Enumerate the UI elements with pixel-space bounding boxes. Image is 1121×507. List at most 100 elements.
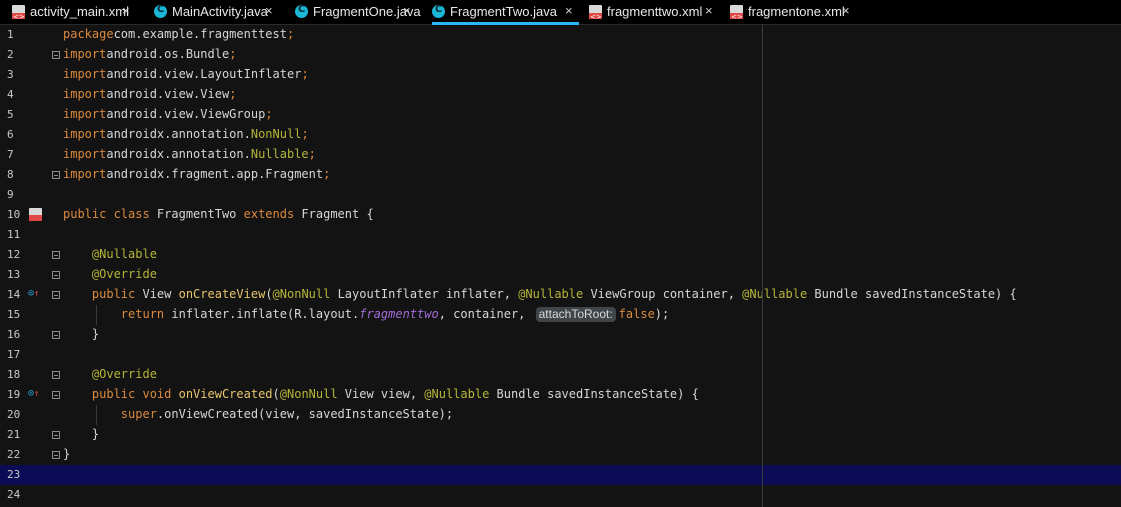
code-text: } (63, 427, 99, 441)
code-token: import (63, 47, 107, 61)
xml-file-icon: <> (589, 5, 602, 21)
code-token: @Nullable (91, 247, 157, 261)
code-line[interactable]: 8 importandroidx.fragment.app.Fragment; (0, 165, 1121, 185)
code-token: @Nullable (424, 387, 497, 401)
fold-marker-icon[interactable] (52, 51, 60, 59)
code-line[interactable]: 20 super.onViewCreated(view, savedInstan… (0, 405, 1121, 425)
override-method-icon[interactable]: ⊙↑ (28, 388, 39, 399)
line-number: 8 (7, 168, 14, 181)
code-token: ; (229, 47, 237, 61)
tab-fragmenttwo-xml[interactable]: <> fragmenttwo.xml × (589, 0, 719, 25)
code-token: ; (286, 27, 295, 41)
code-token: ViewGroup container, (590, 287, 743, 301)
code-token: ); (654, 307, 670, 321)
close-tab-icon[interactable]: × (403, 3, 411, 18)
code-token: false (618, 307, 655, 321)
line-number: 22 (7, 448, 21, 461)
line-number: 12 (7, 248, 21, 261)
override-arrow-icon: ↑ (34, 289, 40, 299)
override-method-icon[interactable]: ⊙↑ (28, 288, 39, 299)
code-text: importandroidx.fragment.app.Fragment; (63, 167, 330, 181)
code-line[interactable]: 5 importandroid.view.ViewGroup; (0, 105, 1121, 125)
line-number: 23 (7, 468, 21, 481)
code-text: public View onCreateView(@NonNull Layout… (63, 287, 1017, 301)
code-line[interactable]: 6 importandroidx.annotation.NonNull; (0, 125, 1121, 145)
code-token: super (120, 407, 157, 421)
code-token: androidx.fragment.app.Fragment (106, 167, 324, 181)
tab-activity-main-xml[interactable]: <> activity_main.xml × (12, 0, 136, 25)
fold-marker-icon[interactable] (52, 371, 60, 379)
code-line[interactable]: 18 @Override (0, 365, 1121, 385)
java-icon-letter: C (157, 4, 165, 15)
close-tab-icon[interactable]: × (705, 3, 713, 18)
tab-fragmentone-xml[interactable]: <> fragmentone.xml × (730, 0, 856, 25)
indent-guide (96, 305, 97, 325)
fold-marker-icon[interactable] (52, 171, 60, 179)
code-line[interactable]: 2 importandroid.os.Bundle; (0, 45, 1121, 65)
line-number: 10 (7, 208, 21, 221)
xml-file-icon: <> (730, 5, 743, 21)
code-line[interactable]: 3 importandroid.view.LayoutInflater; (0, 65, 1121, 85)
code-text: importandroid.view.View; (63, 87, 236, 101)
code-token: import (63, 147, 107, 161)
code-token: import (63, 127, 107, 141)
code-token: @Override (91, 267, 157, 281)
code-line[interactable]: 24 (0, 485, 1121, 505)
fold-marker-icon[interactable] (52, 291, 60, 299)
tab-fragmentone-java[interactable]: C FragmentOne.java × (295, 0, 421, 25)
close-tab-icon[interactable]: × (565, 3, 573, 18)
fold-marker-icon[interactable] (52, 331, 60, 339)
code-token: LayoutInflater inflater, (337, 287, 519, 301)
code-line[interactable]: 13 @Override (0, 265, 1121, 285)
code-line[interactable]: 22} (0, 445, 1121, 465)
code-token: ; (323, 167, 331, 181)
related-layout-icon[interactable] (29, 208, 42, 221)
code-text: public void onViewCreated(@NonNull View … (63, 387, 699, 401)
line-number: 3 (7, 68, 14, 81)
code-token: @Override (91, 367, 157, 381)
code-line[interactable]: 14 public View onCreateView(@NonNull Lay… (0, 285, 1121, 305)
code-line[interactable]: 19 public void onViewCreated(@NonNull Vi… (0, 385, 1121, 405)
code-token: } (63, 327, 100, 341)
indent-guide (96, 405, 97, 425)
code-token: onViewCreated (178, 387, 273, 401)
code-line[interactable]: 12 @Nullable (0, 245, 1121, 265)
code-line[interactable]: 17 (0, 345, 1121, 365)
code-line[interactable]: 15 return inflater.inflate(R.layout.frag… (0, 305, 1121, 325)
code-text: importandroid.view.ViewGroup; (63, 107, 273, 121)
tab-mainactivity-java[interactable]: C MainActivity.java × (154, 0, 279, 25)
fold-marker-icon[interactable] (52, 391, 60, 399)
java-class-icon: C (154, 4, 167, 18)
tab-label: FragmentTwo.java (450, 4, 557, 19)
code-line[interactable]: 4 importandroid.view.View; (0, 85, 1121, 105)
code-token: package (63, 27, 114, 41)
code-text: importandroid.os.Bundle; (63, 47, 236, 61)
fold-marker-icon[interactable] (52, 271, 60, 279)
fold-marker-icon[interactable] (52, 251, 60, 259)
code-token: extends (243, 207, 302, 221)
code-line[interactable]: 21 } (0, 425, 1121, 445)
code-line[interactable]: 23 (0, 465, 1121, 485)
code-line[interactable]: 16 } (0, 325, 1121, 345)
fold-marker-icon[interactable] (52, 451, 60, 459)
code-line[interactable]: 1 packagecom.example.fragmenttest; (0, 25, 1121, 45)
code-token: ; (229, 87, 237, 101)
code-text: super.onViewCreated(view, savedInstanceS… (63, 407, 453, 421)
code-text: } (63, 447, 70, 461)
right-margin-guide (762, 25, 763, 507)
code-token: NonNull (250, 127, 302, 141)
close-tab-icon[interactable]: × (265, 3, 273, 18)
code-line[interactable]: 7 importandroidx.annotation.Nullable; (0, 145, 1121, 165)
code-line[interactable]: 10 public class FragmentTwo extends Fragm… (0, 205, 1121, 225)
line-number: 5 (7, 108, 14, 121)
close-tab-icon[interactable]: × (122, 3, 130, 18)
code-line[interactable]: 9 (0, 185, 1121, 205)
code-editor[interactable]: 1 packagecom.example.fragmenttest; 2 import… (0, 25, 1121, 507)
line-number: 6 (7, 128, 14, 141)
close-tab-icon[interactable]: × (842, 3, 850, 18)
tab-fragmenttwo-java[interactable]: C FragmentTwo.java × (432, 0, 579, 25)
code-line[interactable]: 11 (0, 225, 1121, 245)
fold-marker-icon[interactable] (52, 431, 60, 439)
